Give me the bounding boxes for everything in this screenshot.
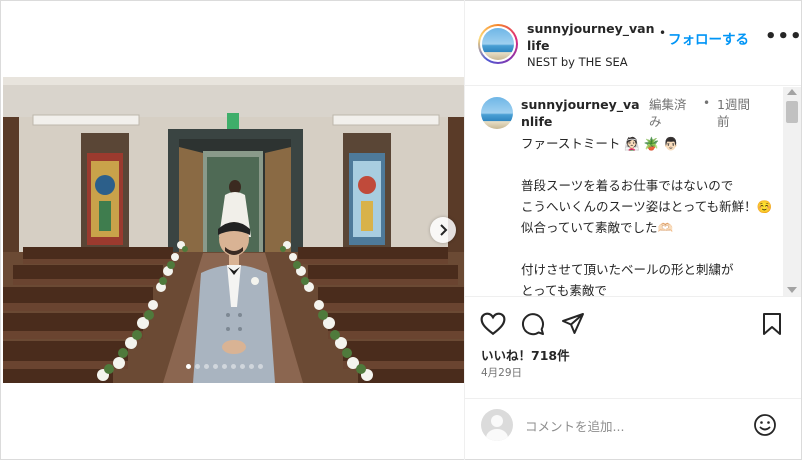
carousel-dot [231, 364, 236, 369]
wedding-chapel-photo [3, 77, 464, 383]
action-bar: いいね！718件 4月29日 [465, 298, 801, 398]
carousel-dot [213, 364, 218, 369]
heart-icon[interactable] [480, 312, 506, 336]
scroll-down-arrow-icon[interactable] [787, 287, 797, 293]
share-icon[interactable] [561, 312, 585, 336]
carousel-dot [204, 364, 209, 369]
edited-label: 編集済み [649, 97, 687, 129]
carousel-dot [195, 364, 200, 369]
follow-button[interactable]: フォローする [668, 28, 749, 48]
bookmark-icon[interactable] [762, 312, 782, 336]
carousel-dot [240, 364, 245, 369]
header-username[interactable]: sunnyjourney_vanlife [527, 20, 657, 54]
caption-separator: • [703, 96, 711, 110]
comment-input[interactable] [525, 415, 745, 437]
location-link[interactable]: NEST by THE SEA [527, 55, 628, 69]
comment-input-row [465, 398, 801, 459]
scrollbar-thumb[interactable] [786, 101, 798, 123]
story-ring-avatar[interactable] [478, 24, 518, 64]
avatar [482, 28, 514, 60]
carousel-indicator [186, 364, 263, 369]
header-separator: • [659, 26, 667, 40]
post-header: sunnyjourney_vanlife • フォローする ••• NEST b… [465, 0, 802, 86]
scroll-up-arrow-icon[interactable] [787, 89, 797, 95]
post-image[interactable] [3, 77, 464, 383]
caption-timestamp[interactable]: 1週間前 [717, 96, 757, 130]
emoji-icon[interactable] [753, 413, 777, 437]
carousel-dot [186, 364, 191, 369]
more-options-icon[interactable]: ••• [765, 26, 802, 47]
post-date[interactable]: 4月29日 [481, 365, 522, 380]
like-count[interactable]: いいね！718件 [481, 345, 570, 364]
user-avatar [481, 409, 513, 441]
comments-panel[interactable]: sunnyjourney_vanlife 編集済み • 1週間前 ファーストミー… [465, 87, 801, 297]
next-slide-button[interactable] [430, 217, 456, 243]
carousel-dot [222, 364, 227, 369]
chevron-right-icon [440, 224, 448, 236]
comment-icon[interactable] [521, 312, 545, 336]
caption-text: ファーストミート 👰🏻 🪴 👨🏻 普段スーツを着るお仕事ではないので こうへいく… [521, 136, 773, 297]
carousel-dot [258, 364, 263, 369]
scrollbar[interactable] [783, 87, 801, 296]
caption-avatar[interactable] [481, 97, 513, 129]
carousel-dot [249, 364, 254, 369]
caption-username[interactable]: sunnyjourney_vanlife [521, 96, 645, 130]
